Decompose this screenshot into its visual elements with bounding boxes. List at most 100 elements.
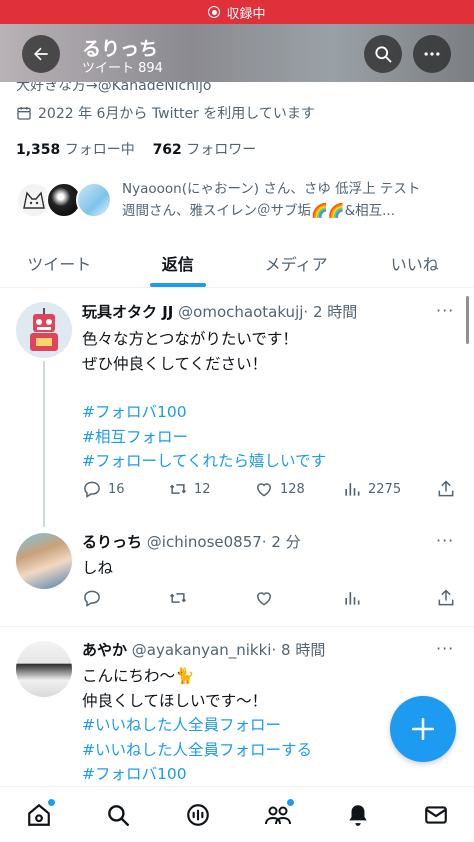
nav-messages[interactable] [418, 797, 454, 833]
reply-button[interactable]: 16 [82, 479, 125, 499]
views-button[interactable]: 2275 [342, 479, 401, 499]
retweet-button[interactable] [168, 588, 188, 608]
retweet-icon [169, 484, 187, 494]
share-icon [438, 589, 454, 606]
tweet-time: · 2 分 [261, 533, 301, 551]
followed-by[interactable]: Nyaooon(にゃおーン) さん、さゆ 低浮上 テスト 週間さん、雅スイレン＠… [16, 176, 466, 226]
home-icon [28, 803, 50, 826]
reply-icon [84, 590, 100, 607]
follower-avatar-blue [76, 182, 112, 218]
share-icon [438, 480, 454, 497]
tweet-header: るりっち @ichinose0857· 2 分 [82, 531, 301, 552]
retweet-button[interactable]: 12 [168, 479, 211, 499]
recording-label: 収録中 [226, 6, 266, 22]
communities-icon [265, 806, 291, 825]
hashtag-link[interactable]: #いいねした人全員フォローする [82, 738, 312, 760]
profile-header: るりっち ツイート 894 [0, 24, 474, 82]
like-count: 128 [280, 481, 305, 497]
share-button[interactable] [436, 588, 456, 608]
retweet-count: 12 [194, 481, 211, 497]
tab-replies[interactable]: 返信 [119, 238, 238, 287]
bio-partial: 大好きな方→@KanadeNichijo [16, 82, 212, 94]
views-icon [345, 483, 360, 496]
tweet-divider [0, 626, 474, 627]
nav-communities[interactable] [260, 797, 296, 833]
arrow-left-icon [34, 47, 48, 61]
nav-search[interactable] [100, 797, 136, 833]
following-label: フォロー中 [64, 142, 135, 158]
followed-by-line1: Nyaooon(にゃおーン) さん、さゆ 低浮上 テスト [122, 181, 421, 197]
search-button[interactable] [364, 35, 402, 73]
tweet-author-name[interactable]: 玩具オタク JJ [82, 303, 173, 321]
view-count: 2275 [368, 481, 402, 497]
bottom-navigation [0, 786, 474, 842]
hashtag-link[interactable]: #フォロバ100 [82, 762, 187, 784]
tweet-actions [82, 588, 462, 612]
nav-home[interactable] [21, 797, 57, 833]
notification-dot [48, 799, 55, 806]
followers-link[interactable]: 762 フォロワー [153, 142, 257, 158]
views-button[interactable] [342, 588, 362, 608]
notification-dot [287, 799, 294, 806]
joined-text: 2022 年 6月から Twitter を利用しています [38, 106, 315, 122]
tweet-time: · 8 時間 [271, 641, 326, 659]
tweet-author-handle[interactable]: @ayakanyan_nikki [132, 641, 272, 659]
tweet-author-handle[interactable]: @omochaotakujj [178, 303, 303, 321]
compose-plus-icon [411, 717, 435, 741]
spaces-icon [187, 804, 209, 826]
joined-date: 2022 年 6月から Twitter を利用しています [16, 103, 315, 123]
share-button[interactable] [436, 479, 456, 499]
header-tweet-count: ツイート 894 [82, 61, 163, 76]
tweet-author-handle[interactable]: @ichinose0857 [147, 533, 262, 551]
more-button[interactable] [413, 35, 451, 73]
heart-icon [256, 483, 272, 497]
following-count: 1,358 [16, 142, 61, 158]
tab-media[interactable]: メディア [237, 238, 356, 287]
thread-line [43, 361, 45, 527]
following-link[interactable]: 1,358 フォロー中 [16, 142, 135, 158]
nav-notifications[interactable] [340, 797, 376, 833]
tweet-author-name[interactable]: るりっち [82, 533, 142, 551]
avatar[interactable] [16, 641, 72, 697]
hashtag-link[interactable]: #いいねした人全員フォロー [82, 713, 281, 735]
record-icon [208, 6, 221, 18]
followed-by-line2: 週間さん、雅スイレン＠サブ垢🌈🌈&相互... [122, 203, 396, 219]
recording-indicator: 収録中 [0, 0, 474, 24]
tweet-author-name[interactable]: あやか [82, 641, 127, 659]
followers-count: 762 [152, 142, 182, 158]
tweet-text-line: 色々な方とつながりたいです！ [82, 330, 298, 348]
calendar-icon [17, 107, 31, 120]
more-horizontal-icon [424, 52, 440, 56]
avatar[interactable] [16, 533, 72, 589]
hashtag-link[interactable]: #フォローしてくれたら嬉しいです [82, 449, 326, 471]
tweet-text-line: こんにちわ〜🐈 [82, 667, 195, 685]
tweet-header: 玩具オタク JJ @omochaotakujj· 2 時間 [82, 301, 357, 322]
back-button[interactable] [22, 35, 60, 73]
reply-button[interactable] [82, 588, 102, 608]
avatar[interactable] [16, 302, 72, 358]
messages-icon [425, 806, 447, 824]
tweet-more-button[interactable]: ··· [436, 531, 454, 550]
like-button[interactable]: 128 [254, 479, 305, 499]
tab-tweets[interactable]: ツイート [0, 238, 119, 287]
heart-icon [256, 592, 272, 606]
nav-spaces[interactable] [180, 797, 216, 833]
tweet-more-button[interactable]: ··· [436, 639, 454, 658]
search-icon [108, 805, 129, 826]
profile-tabs: ツイート 返信 メディア いいね [0, 238, 474, 288]
like-button[interactable] [254, 588, 274, 608]
scrollbar[interactable] [466, 296, 469, 344]
tweet-time: · 2 時間 [303, 303, 358, 321]
tweet-text-line: ぜひ仲良くしてください！ [82, 355, 268, 373]
tweet-actions: 16 12 128 2275 [82, 479, 462, 503]
tweet-header: あやか @ayakanyan_nikki· 8 時間 [82, 639, 325, 660]
tweet-text-line: 仲良くしてほしいです〜！ [82, 692, 268, 710]
tab-likes[interactable]: いいね [356, 238, 474, 287]
tweet-more-button[interactable]: ··· [436, 301, 454, 320]
compose-tweet-button[interactable] [390, 696, 456, 762]
hashtag-link[interactable]: #相互フォロー [82, 425, 188, 447]
followers-label: フォロワー [186, 142, 257, 158]
hashtag-link[interactable]: #フォロバ100 [82, 400, 187, 422]
views-icon [345, 592, 360, 605]
follow-stats: 1,358 フォロー中 762 フォロワー [16, 139, 256, 159]
